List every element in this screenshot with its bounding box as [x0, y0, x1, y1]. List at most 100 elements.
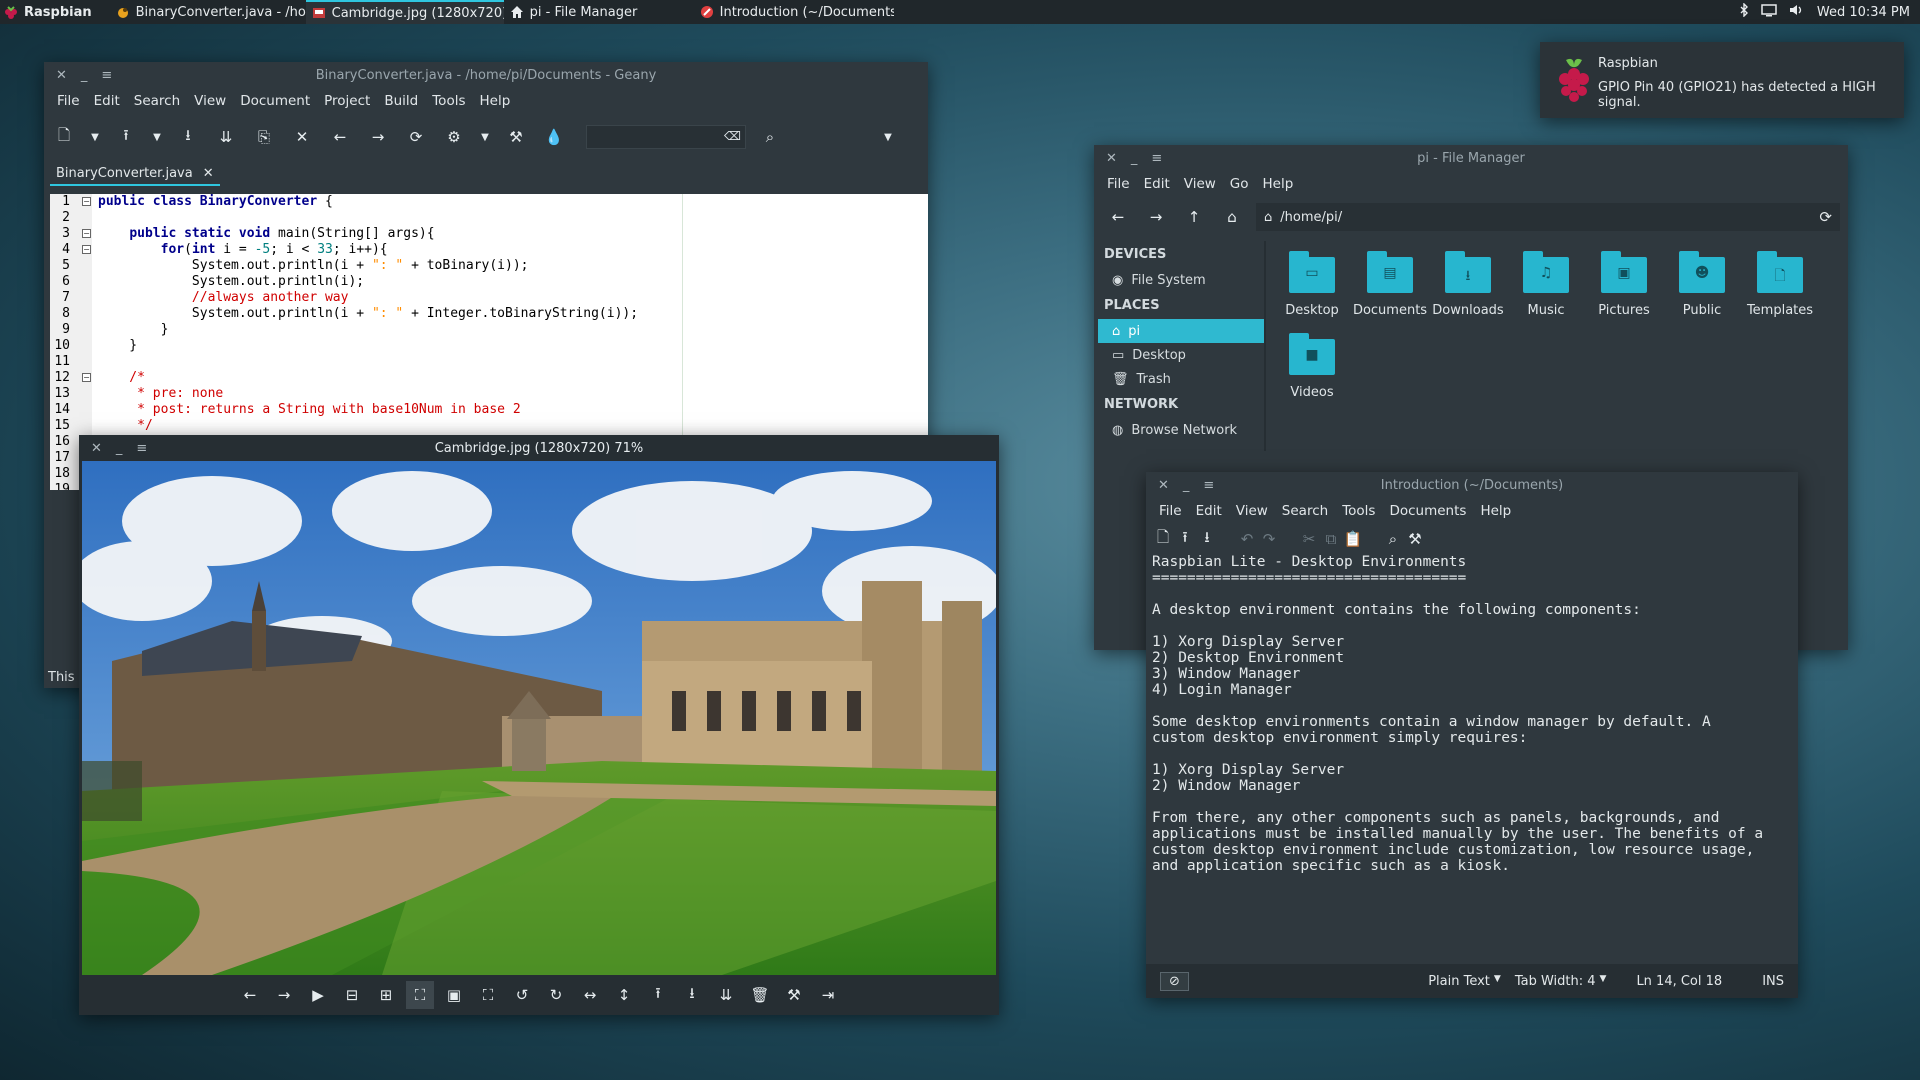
- menu-document[interactable]: Document: [233, 93, 317, 109]
- undo-icon[interactable]: ↶: [1236, 525, 1258, 553]
- folder-pictures[interactable]: ▣ Pictures: [1584, 251, 1664, 318]
- exit-icon[interactable]: ⇥: [814, 981, 842, 1009]
- display-icon[interactable]: [1761, 3, 1777, 21]
- menu-search[interactable]: Search: [1275, 503, 1335, 519]
- menu-project[interactable]: Project: [317, 93, 377, 109]
- te-titlebar[interactable]: ✕ _ ≡ Introduction (~/Documents): [1146, 472, 1798, 498]
- rotate-right-icon[interactable]: ↻: [542, 981, 570, 1009]
- previous-image-icon[interactable]: ←: [236, 981, 264, 1009]
- replace-icon[interactable]: ⚒: [1404, 525, 1426, 553]
- close-icon[interactable]: ✕: [1106, 151, 1117, 166]
- zoom-out-icon[interactable]: ⊟: [338, 981, 366, 1009]
- viewer-titlebar[interactable]: ✕ _ ≡ Cambridge.jpg (1280x720) 71%: [79, 435, 999, 461]
- task-geany[interactable]: BinaryConverter.java - /hom...: [110, 0, 306, 24]
- sidebar-divider[interactable]: [1264, 241, 1266, 451]
- folder-public[interactable]: ☻ Public: [1662, 251, 1742, 318]
- sidebar-item-trash[interactable]: 🗑 Trash: [1094, 367, 1264, 391]
- close-icon[interactable]: ✕: [56, 68, 67, 83]
- folder-desktop[interactable]: ▭ Desktop: [1272, 251, 1352, 318]
- menu-documents[interactable]: Documents: [1382, 503, 1473, 519]
- forward-arrow-icon[interactable]: →: [364, 123, 392, 151]
- forward-arrow-icon[interactable]: →: [1142, 203, 1170, 231]
- menu-file[interactable]: File: [50, 93, 87, 109]
- revert-icon[interactable]: ⎘: [250, 123, 278, 151]
- minimize-icon[interactable]: _: [1131, 151, 1138, 166]
- path-bar[interactable]: ⌂ /home/pi/ ⟳: [1256, 203, 1840, 231]
- sidebar-item-desktop[interactable]: ▭ Desktop: [1094, 343, 1264, 367]
- close-icon[interactable]: ✕: [203, 166, 214, 181]
- redo-icon[interactable]: ↷: [1258, 525, 1280, 553]
- menu-view[interactable]: View: [1229, 503, 1275, 519]
- menu-edit[interactable]: Edit: [87, 93, 127, 109]
- editor-tab[interactable]: BinaryConverter.java ✕: [50, 162, 220, 186]
- folder-music[interactable]: ♫ Music: [1506, 251, 1586, 318]
- refresh-icon[interactable]: ⟳: [1819, 208, 1832, 226]
- fullscreen-icon[interactable]: ⛶: [474, 981, 502, 1009]
- menu-help[interactable]: Help: [473, 93, 518, 109]
- tab-width-selector[interactable]: Tab Width: 4 ▼: [1515, 974, 1607, 989]
- search-input[interactable]: ⌫: [586, 125, 746, 149]
- search-icon[interactable]: ⌕: [756, 123, 784, 151]
- fold-marker[interactable]: −: [82, 373, 91, 382]
- sidebar-item-pi[interactable]: ⌂ pi: [1098, 319, 1264, 343]
- folder-templates[interactable]: 🗋 Templates: [1740, 251, 1820, 318]
- menu-search[interactable]: Search: [127, 93, 187, 109]
- fold-marker[interactable]: −: [82, 245, 91, 254]
- menu-file[interactable]: File: [1152, 503, 1189, 519]
- rotate-left-icon[interactable]: ↺: [508, 981, 536, 1009]
- flip-horizontal-icon[interactable]: ↔: [576, 981, 604, 1009]
- window-menu-icon[interactable]: ≡: [1151, 151, 1162, 166]
- menu-view[interactable]: View: [187, 93, 233, 109]
- geany-titlebar[interactable]: ✕ _ ≡ BinaryConverter.java - /home/pi/Docu…: [44, 62, 928, 88]
- menu-view[interactable]: View: [1177, 176, 1223, 192]
- back-arrow-icon[interactable]: ←: [326, 123, 354, 151]
- new-file-icon[interactable]: 🗋: [1152, 525, 1174, 553]
- save-all-icon[interactable]: ⇊: [212, 123, 240, 151]
- new-file-icon[interactable]: 🗋: [50, 123, 78, 151]
- color-picker-icon[interactable]: 💧: [540, 123, 568, 151]
- back-arrow-icon[interactable]: ←: [1104, 203, 1132, 231]
- execute-icon[interactable]: ⚒: [502, 123, 530, 151]
- slideshow-icon[interactable]: ▶: [304, 981, 332, 1009]
- toolbar-overflow-icon[interactable]: ▼: [874, 123, 902, 151]
- menu-build[interactable]: Build: [377, 93, 425, 109]
- window-menu-icon[interactable]: ≡: [101, 68, 112, 83]
- notification-popup[interactable]: Raspbian GPIO Pin 40 (GPIO21) has detect…: [1540, 42, 1904, 118]
- preferences-icon[interactable]: ⚒: [780, 981, 808, 1009]
- volume-icon[interactable]: [1789, 3, 1805, 21]
- text-area[interactable]: Raspbian Lite - Desktop Environments ====…: [1152, 554, 1792, 958]
- syntax-selector[interactable]: Plain Text ▼: [1428, 974, 1501, 989]
- zoom-in-icon[interactable]: ⊞: [372, 981, 400, 1009]
- window-menu-icon[interactable]: ≡: [1203, 478, 1214, 493]
- menu-help[interactable]: Help: [1473, 503, 1518, 519]
- home-icon[interactable]: ⌂: [1218, 203, 1246, 231]
- save-as-icon[interactable]: ⇊: [712, 981, 740, 1009]
- menu-tools[interactable]: Tools: [1335, 503, 1382, 519]
- main-menu-button[interactable]: Raspbian: [0, 0, 98, 24]
- close-icon[interactable]: ✕: [1158, 478, 1169, 493]
- open-file-icon[interactable]: ⭱: [1174, 525, 1196, 553]
- fold-marker[interactable]: −: [82, 197, 91, 206]
- search-icon[interactable]: ⌕: [1382, 525, 1404, 553]
- fit-window-icon[interactable]: ⛶: [406, 981, 434, 1009]
- task-text-editor[interactable]: Introduction (~/Documents): [694, 0, 894, 24]
- fold-marker[interactable]: −: [82, 229, 91, 238]
- copy-icon[interactable]: ⧉: [1320, 525, 1342, 553]
- sidebar-item-browse-network[interactable]: ◍ Browse Network: [1094, 418, 1264, 442]
- menu-help[interactable]: Help: [1256, 176, 1301, 192]
- open-file-icon[interactable]: ⭱: [112, 123, 140, 151]
- chevron-down-icon[interactable]: ▼: [478, 123, 492, 151]
- chevron-down-icon[interactable]: ▼: [150, 123, 164, 151]
- fm-titlebar[interactable]: ✕ _ ≡ pi - File Manager: [1094, 145, 1848, 171]
- menu-file[interactable]: File: [1100, 176, 1137, 192]
- close-icon[interactable]: ✕: [91, 441, 102, 456]
- folder-videos[interactable]: ■ Videos: [1272, 333, 1352, 400]
- folder-downloads[interactable]: ⭳ Downloads: [1428, 251, 1508, 318]
- clock[interactable]: Wed 10:34 PM: [1817, 5, 1910, 20]
- menu-tools[interactable]: Tools: [425, 93, 472, 109]
- next-image-icon[interactable]: →: [270, 981, 298, 1009]
- no-entry-icon[interactable]: ⊘: [1160, 971, 1189, 991]
- menu-edit[interactable]: Edit: [1137, 176, 1177, 192]
- minimize-icon[interactable]: _: [1183, 478, 1190, 493]
- task-file-manager[interactable]: pi - File Manager: [504, 0, 694, 24]
